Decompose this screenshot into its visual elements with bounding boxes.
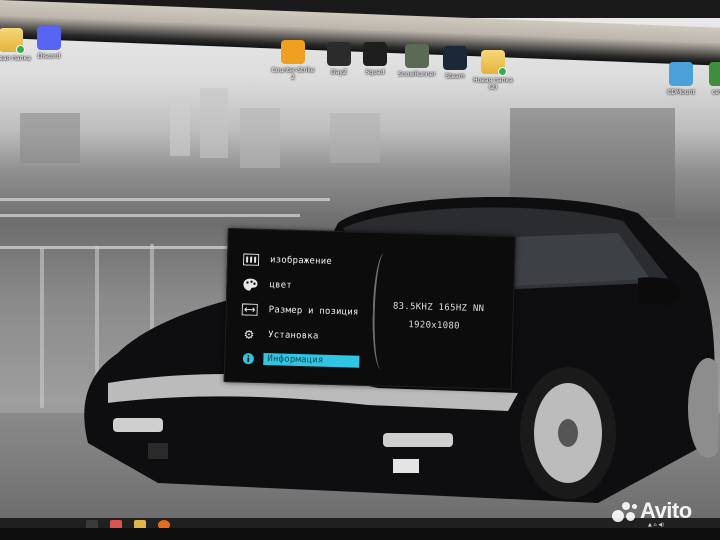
desktop-shortcut[interactable]: Новая папка (2) [470, 50, 516, 91]
desktop-shortcut-label: Squad [365, 69, 385, 76]
snowrunner-icon [405, 44, 429, 68]
sync-check-icon [498, 67, 507, 76]
steam-icon [443, 46, 467, 70]
desktop-shortcut[interactable]: Discord [26, 26, 72, 60]
monitor-photo: Новая папкаDiscord Counter-Strike 2DayZS… [0, 0, 720, 540]
desktop-shortcut[interactable]: Counter-Strike 2 [270, 40, 316, 81]
avito-watermark: Avito [612, 498, 692, 524]
avito-logo-icon [612, 500, 638, 522]
desktop-shortcut-label: сетно [711, 89, 720, 96]
sync-check-icon [16, 45, 25, 54]
osd-item-color[interactable]: цвет [241, 274, 292, 295]
osd-item-picture[interactable]: изображение [242, 249, 332, 271]
desktop-shortcut-label: Discord [37, 53, 61, 60]
desktop-shortcut[interactable]: Squad [352, 42, 398, 76]
osd-item-label: изображение [269, 255, 333, 267]
osd-item-label: цвет [269, 280, 293, 291]
osd-info-resolution: 1920x1080 [408, 320, 460, 332]
desktop-shortcut[interactable]: сетно [698, 62, 720, 96]
osd-item-label: Установка [267, 330, 319, 342]
osd-item-information[interactable]: Информация [239, 348, 360, 371]
palette-icon [241, 276, 259, 292]
discord-icon [37, 26, 61, 50]
monitor-osd-menu: изображение цвет Размер и позиция ⚙ Уста… [223, 228, 516, 390]
desktop-shortcut-label: Counter-Strike 2 [271, 67, 315, 81]
picture-icon [242, 251, 260, 267]
osd-divider-arc [371, 253, 395, 370]
squad-icon [363, 42, 387, 66]
osd-item-label: Размер и позиция [268, 305, 359, 318]
size-position-icon [241, 301, 259, 317]
counter-strike-icon [281, 40, 305, 64]
folder-icon [0, 28, 25, 54]
cdmount-icon [669, 62, 693, 86]
network-icon [709, 62, 720, 86]
info-icon [239, 350, 257, 366]
osd-item-label: Информация [263, 353, 360, 368]
desktop-shortcut-label: Новая папка (2) [473, 77, 513, 91]
osd-item-size-position[interactable]: Размер и позиция [240, 299, 359, 322]
dayz-icon [327, 42, 351, 66]
osd-item-setup[interactable]: ⚙ Установка [240, 324, 319, 346]
gear-icon: ⚙ [243, 327, 255, 342]
avito-watermark-text: Avito [640, 498, 692, 523]
osd-info-frequency: 83.5KHZ 165HZ NN [392, 301, 485, 315]
monitor-bezel-bottom [0, 528, 720, 540]
folder-icon [481, 50, 507, 76]
